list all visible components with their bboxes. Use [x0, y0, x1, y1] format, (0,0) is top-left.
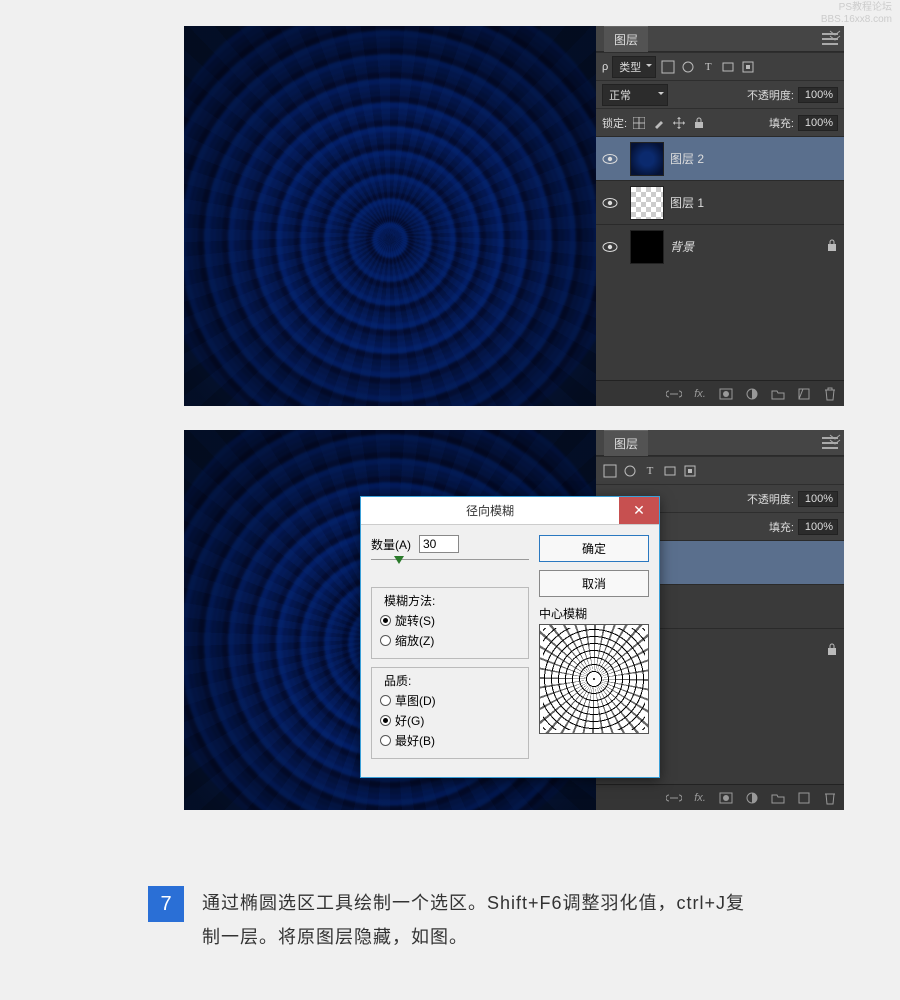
blend-mode-select[interactable]: 正常: [602, 84, 668, 106]
layers-panel: 图层 ρ 类型 T 正常 不透明度: 100% 锁定: 填充: 100%: [596, 26, 844, 406]
method-spin-radio[interactable]: 旋转(S): [380, 612, 520, 629]
fill-label: 填充:: [769, 519, 794, 535]
layer-list: 图层 2 图层 1 背景: [596, 136, 844, 268]
collapse-chevron-icon[interactable]: [828, 432, 842, 446]
filter-adjust-icon[interactable]: [680, 59, 696, 75]
panel-footer: fx.: [596, 380, 844, 406]
layer-name[interactable]: 图层 1: [670, 194, 838, 211]
group-icon[interactable]: [770, 790, 786, 806]
lock-row: 锁定: 填充: 100%: [596, 108, 844, 136]
preview-label: 中心模糊: [539, 605, 649, 622]
mask-icon[interactable]: [718, 386, 734, 402]
layers-tab[interactable]: 图层: [604, 430, 648, 456]
fill-field[interactable]: 100%: [798, 115, 838, 131]
filter-pixel-icon[interactable]: [660, 59, 676, 75]
blur-center-preview[interactable]: [539, 624, 649, 734]
opacity-field[interactable]: 100%: [798, 87, 838, 103]
amount-field[interactable]: [419, 535, 459, 553]
filter-adjust-icon[interactable]: [622, 463, 638, 479]
layer-row[interactable]: 背景: [596, 224, 844, 268]
layer-name[interactable]: 图层 2: [670, 150, 838, 167]
quality-good-radio[interactable]: 好(G): [380, 712, 520, 729]
quality-legend: 品质:: [380, 672, 415, 689]
fill-label: 填充:: [769, 115, 794, 131]
screenshot-2: 图层 T 不透明度: 100% 填充: 100% 图层 2: [184, 430, 844, 810]
dialog-titlebar[interactable]: 径向模糊 ✕: [361, 497, 659, 525]
filter-type-icon[interactable]: T: [642, 463, 658, 479]
blur-method-group: 模糊方法: 旋转(S) 缩放(Z): [371, 587, 529, 659]
layer-thumb[interactable]: [630, 230, 664, 264]
radial-blur-dialog: 径向模糊 ✕ 数量(A) 模糊方法: 旋转(S) 缩放(Z): [360, 496, 660, 778]
collapse-chevron-icon[interactable]: [828, 28, 842, 42]
amount-slider[interactable]: [371, 559, 529, 577]
opacity-label: 不透明度:: [747, 491, 794, 507]
step-text: 通过椭圆选区工具绘制一个选区。Shift+F6调整羽化值，ctrl+J复制一层。…: [202, 886, 748, 954]
mask-icon[interactable]: [718, 790, 734, 806]
layer-thumb[interactable]: [630, 142, 664, 176]
link-icon[interactable]: [666, 790, 682, 806]
lock-paint-icon[interactable]: [651, 115, 667, 131]
visibility-toggle[interactable]: [596, 153, 624, 165]
fx-icon[interactable]: fx.: [692, 386, 708, 402]
lock-move-icon[interactable]: [671, 115, 687, 131]
cancel-button[interactable]: 取消: [539, 570, 649, 597]
trash-icon[interactable]: [822, 386, 838, 402]
filter-row: T: [596, 456, 844, 484]
watermark-line1: PS教程论坛: [821, 2, 892, 14]
canvas-preview: [184, 26, 596, 406]
lock-icon: [826, 642, 838, 659]
filter-kind-select[interactable]: 类型: [612, 56, 656, 78]
opacity-label: 不透明度:: [747, 87, 794, 103]
slider-thumb-icon[interactable]: [394, 556, 404, 564]
fill-field[interactable]: 100%: [798, 519, 838, 535]
filter-shape-icon[interactable]: [720, 59, 736, 75]
step-7: 7 通过椭圆选区工具绘制一个选区。Shift+F6调整羽化值，ctrl+J复制一…: [148, 886, 748, 954]
filter-shape-icon[interactable]: [662, 463, 678, 479]
visibility-toggle[interactable]: [596, 241, 624, 253]
layer-thumb[interactable]: [630, 186, 664, 220]
layer-name[interactable]: 背景: [670, 238, 826, 255]
panel-tabbar: 图层: [596, 430, 844, 456]
visibility-toggle[interactable]: [596, 197, 624, 209]
method-zoom-radio[interactable]: 缩放(Z): [380, 632, 520, 649]
step-number-badge: 7: [148, 886, 184, 922]
blend-row: 正常 不透明度: 100%: [596, 80, 844, 108]
layers-tab[interactable]: 图层: [604, 26, 648, 52]
filter-pixel-icon[interactable]: [602, 463, 618, 479]
link-icon[interactable]: [666, 386, 682, 402]
quality-best-radio[interactable]: 最好(B): [380, 732, 520, 749]
adjustment-icon[interactable]: [744, 790, 760, 806]
lock-icon: [826, 238, 838, 255]
filter-smart-icon[interactable]: [682, 463, 698, 479]
watermark: PS教程论坛 BBS.16xx8.com: [821, 2, 892, 26]
quality-draft-radio[interactable]: 草图(D): [380, 692, 520, 709]
layer-row[interactable]: 图层 2: [596, 136, 844, 180]
quality-group: 品质: 草图(D) 好(G) 最好(B): [371, 667, 529, 759]
lock-transparent-icon[interactable]: [631, 115, 647, 131]
dialog-title: 径向模糊: [361, 502, 619, 519]
opacity-field[interactable]: 100%: [798, 491, 838, 507]
filter-type-icon[interactable]: T: [700, 59, 716, 75]
search-icon: ρ: [602, 61, 608, 73]
ok-button[interactable]: 确定: [539, 535, 649, 562]
new-layer-icon[interactable]: [796, 790, 812, 806]
panel-tabbar: 图层: [596, 26, 844, 52]
amount-label: 数量(A): [371, 536, 411, 553]
adjustment-icon[interactable]: [744, 386, 760, 402]
new-layer-icon[interactable]: [796, 386, 812, 402]
screenshot-1: 图层 ρ 类型 T 正常 不透明度: 100% 锁定: 填充: 100%: [184, 26, 844, 406]
fx-icon[interactable]: fx.: [692, 790, 708, 806]
trash-icon[interactable]: [822, 790, 838, 806]
close-button[interactable]: ✕: [619, 497, 659, 524]
watermark-line2: BBS.16xx8.com: [821, 14, 892, 26]
group-icon[interactable]: [770, 386, 786, 402]
lock-all-icon[interactable]: [691, 115, 707, 131]
filter-row: ρ 类型 T: [596, 52, 844, 80]
close-icon: ✕: [633, 502, 645, 519]
method-legend: 模糊方法:: [380, 592, 439, 609]
panel-footer: fx.: [596, 784, 844, 810]
filter-smart-icon[interactable]: [740, 59, 756, 75]
layer-row[interactable]: 图层 1: [596, 180, 844, 224]
lock-prefix: 锁定:: [602, 115, 627, 131]
